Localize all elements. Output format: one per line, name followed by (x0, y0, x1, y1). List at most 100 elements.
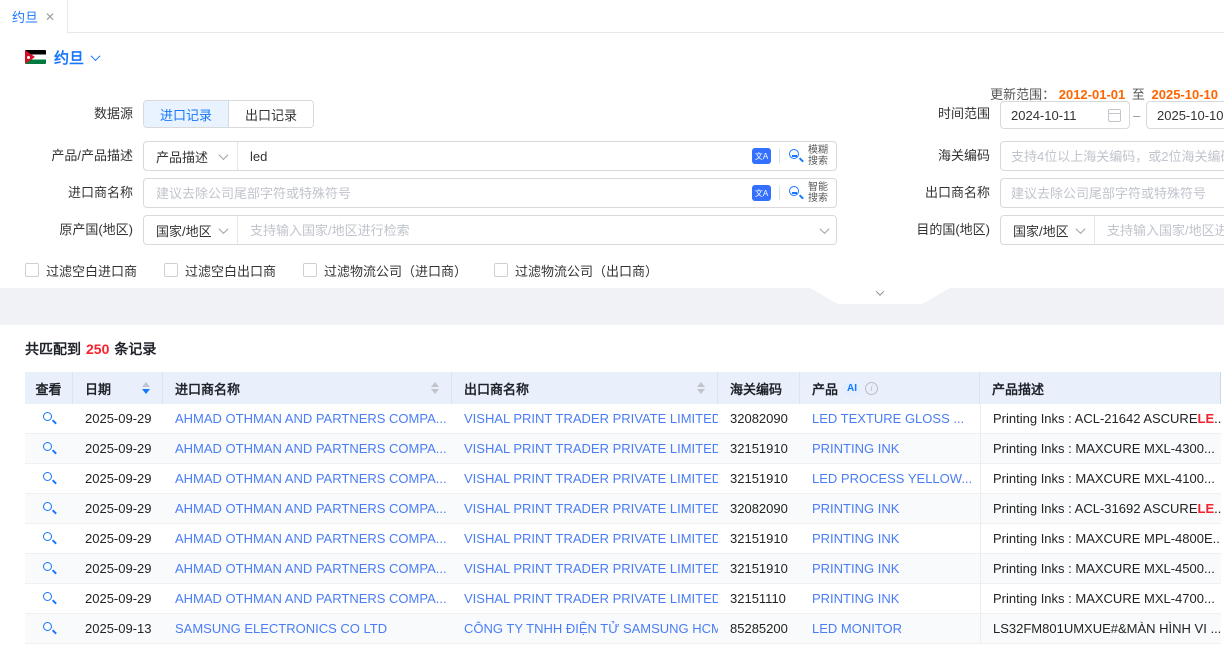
info-icon[interactable] (865, 382, 878, 395)
view-details-icon[interactable] (42, 591, 57, 606)
exporter-link[interactable]: VISHAL PRINT TRADER PRIVATE LIMITED (452, 434, 718, 463)
date-range-separator: – (1133, 108, 1140, 123)
date-cell: 2025-09-29 (73, 584, 163, 613)
product-input-group: 产品描述 模糊 搜索 (143, 141, 837, 171)
view-details-icon[interactable] (42, 471, 57, 486)
view-button-cell[interactable] (25, 464, 73, 493)
product-search-input[interactable] (238, 142, 752, 170)
column-header-label: 产品描述 (992, 379, 1044, 398)
origin-label: 原产国(地区) (0, 215, 133, 245)
checkbox-icon[interactable] (164, 263, 178, 277)
keyword-highlight: LE (1198, 411, 1215, 426)
exporter-link[interactable]: CÔNG TY TNHH ĐIỆN TỬ SAMSUNG HCMC... (452, 614, 718, 643)
view-details-icon[interactable] (42, 561, 57, 576)
hs-code-cell: 32082090 (718, 404, 800, 433)
view-button-cell[interactable] (25, 404, 73, 433)
view-details-icon[interactable] (42, 411, 57, 426)
product-link[interactable]: LED PROCESS YELLOW... (800, 464, 980, 493)
view-button-cell[interactable] (25, 584, 73, 613)
product-link[interactable]: LED TEXTURE GLOSS ... (800, 404, 980, 433)
time-range-label: 时间范围 (876, 100, 990, 128)
importer-link[interactable]: AHMAD OTHMAN AND PARTNERS COMPA... (163, 494, 452, 523)
importer-link[interactable]: AHMAD OTHMAN AND PARTNERS COMPA... (163, 524, 452, 553)
hs-code-input-wrap (1000, 141, 1224, 171)
view-details-icon[interactable] (42, 621, 57, 636)
checkbox-filter-blank-exporter[interactable]: 过滤空白出口商 (164, 261, 276, 280)
product-link[interactable]: PRINTING INK (800, 584, 980, 613)
column-header-4[interactable]: 出口商名称 (452, 372, 718, 404)
checkbox-filter-blank-importer[interactable]: 过滤空白进口商 (25, 261, 137, 280)
date-start-value: 2024-10-11 (1011, 108, 1108, 123)
importer-link[interactable]: AHMAD OTHMAN AND PARTNERS COMPA... (163, 554, 452, 583)
product-link[interactable]: PRINTING INK (800, 494, 980, 523)
view-button-cell[interactable] (25, 494, 73, 523)
translate-icon[interactable] (752, 148, 771, 164)
fuzzy-search-button[interactable]: 模糊 搜索 (788, 145, 828, 167)
table-row: 2025-09-29AHMAD OTHMAN AND PARTNERS COMP… (25, 524, 1221, 554)
app-screen: 约旦 ✕ 约旦 更新范围： 2012-01-01 至 2025-10-10 数据… (0, 0, 1224, 649)
exporter-link[interactable]: VISHAL PRINT TRADER PRIVATE LIMITED (452, 464, 718, 493)
hs-code-label: 海关编码 (876, 141, 990, 171)
origin-search-input[interactable] (238, 216, 821, 244)
checkbox-filter-logistics-exporter[interactable]: 过滤物流公司（出口商） (494, 261, 658, 280)
view-button-cell[interactable] (25, 524, 73, 553)
destination-input-group: 国家/地区 (1000, 215, 1224, 245)
checkbox-icon[interactable] (303, 263, 317, 277)
collapse-handle[interactable] (810, 288, 950, 304)
checkbox-icon[interactable] (25, 263, 39, 277)
tab-jordan[interactable]: 约旦 ✕ (0, 0, 68, 34)
sort-icon[interactable] (689, 382, 705, 394)
importer-link[interactable]: AHMAD OTHMAN AND PARTNERS COMPA... (163, 434, 452, 463)
date-end-input[interactable]: 2025-10-10 (1146, 101, 1224, 129)
data-source-label: 数据源 (0, 100, 133, 128)
date-cell: 2025-09-29 (73, 554, 163, 583)
export-records-button[interactable]: 出口记录 (228, 101, 313, 127)
sort-icon[interactable] (134, 382, 150, 394)
product-type-select[interactable]: 产品描述 (144, 142, 238, 170)
view-button-cell[interactable] (25, 434, 73, 463)
translate-icon[interactable] (752, 185, 771, 201)
divider (779, 186, 780, 200)
view-button-cell[interactable] (25, 614, 73, 643)
view-details-icon[interactable] (42, 441, 57, 456)
importer-link[interactable]: SAMSUNG ELECTRONICS CO LTD (163, 614, 452, 643)
exporter-input[interactable] (1001, 179, 1224, 207)
origin-type-select[interactable]: 国家/地区 (144, 216, 238, 244)
view-details-icon[interactable] (42, 501, 57, 516)
calendar-icon (1108, 109, 1121, 122)
hs-code-input[interactable] (1001, 142, 1224, 170)
table-row: 2025-09-29AHMAD OTHMAN AND PARTNERS COMP… (25, 464, 1221, 494)
checkbox-filter-logistics-importer[interactable]: 过滤物流公司（进口商） (303, 261, 467, 280)
chevron-down-icon[interactable] (820, 224, 830, 234)
chevron-down-icon (219, 224, 229, 234)
destination-search-input[interactable] (1095, 216, 1224, 244)
importer-link[interactable]: AHMAD OTHMAN AND PARTNERS COMPA... (163, 584, 452, 613)
product-link[interactable]: PRINTING INK (800, 554, 980, 583)
product-link[interactable]: PRINTING INK (800, 524, 980, 553)
exporter-link[interactable]: VISHAL PRINT TRADER PRIVATE LIMITED (452, 494, 718, 523)
import-records-button[interactable]: 进口记录 (144, 101, 228, 127)
exporter-link[interactable]: VISHAL PRINT TRADER PRIVATE LIMITED (452, 404, 718, 433)
importer-link[interactable]: AHMAD OTHMAN AND PARTNERS COMPA... (163, 404, 452, 433)
column-header-3[interactable]: 进口商名称 (163, 372, 452, 404)
close-icon[interactable]: ✕ (45, 10, 55, 24)
data-source-segmented: 进口记录 出口记录 (143, 100, 314, 128)
sort-icon[interactable] (423, 382, 439, 394)
date-start-input[interactable]: 2024-10-11 (1000, 101, 1130, 129)
product-link[interactable]: LED MONITOR (800, 614, 980, 643)
smart-search-button[interactable]: 智能 搜索 (788, 182, 828, 204)
column-header-2[interactable]: 日期 (73, 372, 163, 404)
destination-type-select[interactable]: 国家/地区 (1001, 216, 1095, 244)
importer-input[interactable] (144, 179, 752, 207)
date-cell: 2025-09-29 (73, 494, 163, 523)
view-button-cell[interactable] (25, 554, 73, 583)
importer-link[interactable]: AHMAD OTHMAN AND PARTNERS COMPA... (163, 464, 452, 493)
form-row-3: 进口商名称 智能 搜索 出口商名称 (0, 178, 1224, 208)
country-selector[interactable]: 约旦 (25, 46, 99, 68)
checkbox-icon[interactable] (494, 263, 508, 277)
exporter-link[interactable]: VISHAL PRINT TRADER PRIVATE LIMITED (452, 554, 718, 583)
exporter-link[interactable]: VISHAL PRINT TRADER PRIVATE LIMITED (452, 584, 718, 613)
exporter-link[interactable]: VISHAL PRINT TRADER PRIVATE LIMITED (452, 524, 718, 553)
view-details-icon[interactable] (42, 531, 57, 546)
product-link[interactable]: PRINTING INK (800, 434, 980, 463)
